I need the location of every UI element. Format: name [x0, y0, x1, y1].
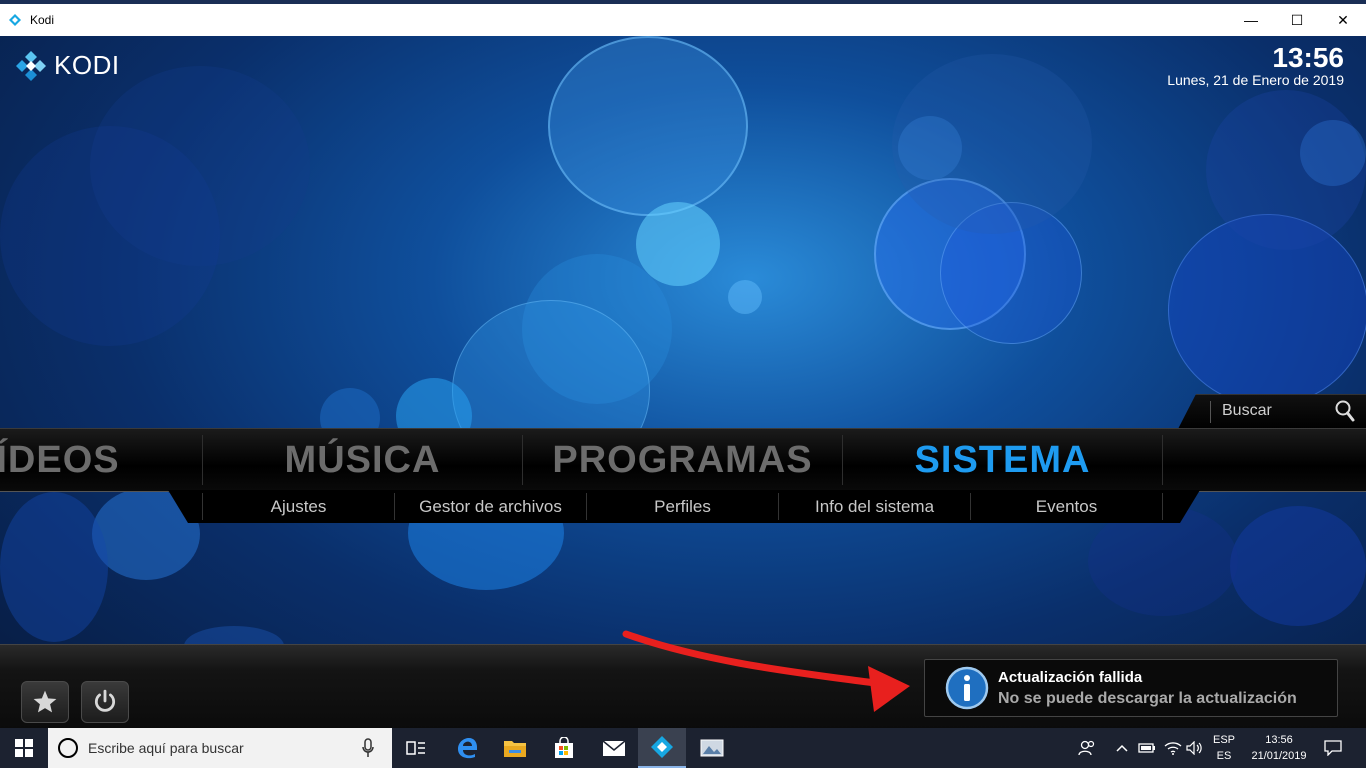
kodi-logo[interactable]: KODI: [16, 50, 120, 81]
clock: 13:56 Lunes, 21 de Enero de 2019: [1167, 42, 1344, 88]
submenu-item-eventos[interactable]: Eventos: [971, 490, 1162, 523]
background-bokeh: [892, 54, 1092, 234]
kodi-logo-icon: [16, 50, 46, 81]
store-icon: [555, 737, 573, 758]
maximize-button[interactable]: ☐: [1274, 4, 1320, 36]
taskbar-time: 13:56: [1265, 734, 1293, 746]
menu-divider: [1162, 435, 1163, 485]
main-menu: ÍDEOS MÚSICA PROGRAMAS SISTEMA: [0, 428, 1366, 492]
power-icon: [94, 689, 116, 712]
menu-item-musica[interactable]: MÚSICA: [203, 429, 522, 491]
action-center-button[interactable]: [1318, 728, 1348, 768]
taskbar-mail[interactable]: [590, 728, 638, 768]
background-bokeh: [0, 492, 108, 642]
input-language-indicator[interactable]: ESP ES: [1208, 732, 1240, 764]
volume-button[interactable]: [1184, 728, 1206, 768]
chevron-up-icon: [1116, 744, 1128, 752]
task-view-button[interactable]: [392, 728, 440, 768]
minimize-button[interactable]: —: [1228, 4, 1274, 36]
taskbar-date: 21/01/2019: [1251, 750, 1307, 762]
photos-icon: [700, 739, 724, 757]
taskbar-search-placeholder: Escribe aquí para buscar: [88, 740, 244, 756]
taskbar-store[interactable]: [540, 728, 588, 768]
background-bokeh: [1300, 120, 1366, 186]
submenu-item-perfiles[interactable]: Perfiles: [587, 490, 778, 523]
clock-date: Lunes, 21 de Enero de 2019: [1167, 72, 1344, 88]
menu-item-programas[interactable]: PROGRAMAS: [523, 429, 842, 491]
edge-icon: [458, 738, 477, 759]
info-icon: [945, 666, 989, 710]
background-bokeh: [636, 202, 720, 286]
window-title-bar[interactable]: Kodi — ☐ ✕: [0, 0, 1366, 36]
notification-toast[interactable]: Actualización fallida No se puede descar…: [924, 659, 1338, 717]
wifi-icon: [1164, 742, 1182, 755]
background-bokeh: [548, 36, 748, 216]
notifications-icon: [1324, 740, 1342, 756]
network-button[interactable]: [1162, 728, 1184, 768]
keyboard-layout-code: ES: [1216, 750, 1232, 762]
language-code: ESP: [1212, 734, 1235, 746]
folder-icon: [504, 741, 526, 757]
submenu-item-ajustes[interactable]: Ajustes: [203, 490, 394, 523]
background-bokeh: [1230, 506, 1366, 626]
taskbar-kodi[interactable]: [638, 728, 686, 768]
menu-item-videos[interactable]: ÍDEOS: [0, 429, 178, 491]
windows-logo-icon: [15, 739, 33, 757]
search-separator: [1210, 401, 1211, 423]
people-button[interactable]: [1074, 728, 1100, 768]
mail-icon: [602, 740, 626, 756]
background-bokeh: [0, 126, 220, 346]
speaker-icon: [1186, 741, 1202, 755]
people-icon: [1078, 740, 1095, 756]
menu-item-sistema[interactable]: SISTEMA: [843, 429, 1162, 491]
kodi-main-view: KODI 13:56 Lunes, 21 de Enero de 2019 Bu…: [0, 36, 1366, 728]
power-button[interactable]: [81, 681, 129, 723]
favourites-button[interactable]: [21, 681, 69, 723]
kodi-logo-text: KODI: [54, 50, 120, 80]
show-hidden-icons-button[interactable]: [1112, 728, 1132, 768]
kodi-icon: [651, 736, 673, 758]
kodi-app-icon: [9, 14, 21, 26]
clock-time: 13:56: [1272, 42, 1344, 73]
background-bokeh: [728, 280, 762, 314]
battery-icon: [1138, 743, 1155, 753]
taskbar-photos[interactable]: [688, 728, 736, 768]
search-box[interactable]: Buscar: [1178, 394, 1366, 429]
battery-button[interactable]: [1136, 728, 1158, 768]
task-view-icon: [406, 741, 425, 755]
search-label: Buscar: [1222, 402, 1272, 419]
sub-menu: Ajustes Gestor de archivos Perfiles Info…: [168, 490, 1200, 523]
cortana-icon: [58, 738, 78, 758]
close-button[interactable]: ✕: [1320, 4, 1366, 36]
taskbar-clock[interactable]: 13:56 21/01/2019: [1244, 732, 1314, 764]
taskbar-file-explorer[interactable]: [491, 728, 539, 768]
search-icon[interactable]: [1334, 399, 1356, 423]
annotation-arrow: [622, 630, 910, 712]
taskbar-search-box[interactable]: Escribe aquí para buscar: [48, 728, 392, 768]
submenu-divider: [1162, 493, 1163, 520]
start-button[interactable]: [0, 728, 48, 768]
notification-title: Actualización fallida: [998, 669, 1143, 686]
star-icon: [33, 690, 57, 713]
window-title: Kodi: [30, 13, 55, 27]
taskbar-edge[interactable]: [443, 728, 491, 768]
submenu-item-info-del-sistema[interactable]: Info del sistema: [779, 490, 970, 523]
microphone-icon[interactable]: [362, 738, 374, 758]
notification-message: No se puede descargar la actualización: [998, 690, 1297, 707]
submenu-item-gestor-de-archivos[interactable]: Gestor de archivos: [395, 490, 586, 523]
taskbar: Escribe aquí para buscar ESP ES 13:56 21…: [0, 728, 1366, 768]
